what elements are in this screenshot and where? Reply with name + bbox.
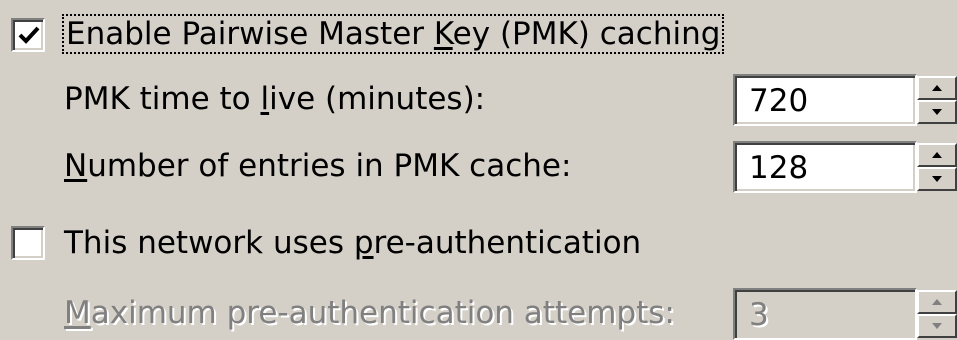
pmk-entries-label: Number of entries in PMK cache: — [64, 147, 571, 185]
pmk-caching-mnemonic: K — [433, 16, 453, 52]
pmk-ttl-label: PMK time to live (minutes): — [64, 80, 485, 118]
preauth-mnemonic: p — [353, 225, 374, 261]
preauth-attempts-label: Maximum pre-authentication attempts: — [64, 294, 675, 332]
preauth-attempts-spin-up-button — [917, 290, 957, 314]
pmk-caching-label[interactable]: Enable Pairwise Master Key (PMK) caching — [61, 14, 725, 54]
pmk-entries-spin-up-button[interactable] — [917, 143, 957, 167]
spin-down-arrow-icon — [932, 323, 942, 329]
spin-down-arrow-icon — [932, 176, 942, 182]
checkmark-icon — [18, 26, 40, 44]
spin-up-arrow-icon — [932, 299, 942, 305]
preauth-attempts-label-rest: aximum pre-authentication attempts: — [90, 295, 675, 331]
pmk-ttl-input[interactable]: 720 — [733, 74, 917, 126]
spin-down-arrow-icon — [932, 109, 942, 115]
spin-up-arrow-icon — [932, 85, 942, 91]
preauth-attempts-spin-down-button — [917, 314, 957, 338]
preauth-label-rest: re-authentication — [373, 225, 642, 261]
pmk-entries-mnemonic: N — [64, 148, 88, 184]
focus-ring: Enable Pairwise Master Key (PMK) caching — [61, 14, 725, 54]
preauth-attempts-value: 3 — [749, 297, 769, 333]
preauth-attempts-mnemonic: M — [64, 295, 91, 331]
pmk-ttl-spinner[interactable] — [917, 76, 957, 124]
spin-up-arrow-icon — [932, 152, 942, 158]
pmk-entries-value: 128 — [749, 150, 809, 186]
pmk-ttl-label-text: PMK time to — [64, 81, 261, 117]
pmk-ttl-spin-up-button[interactable] — [917, 76, 957, 100]
pmk-caching-checkbox[interactable] — [11, 18, 45, 52]
preauth-label-text: This network uses — [64, 225, 354, 261]
pmk-caching-label-rest: ey (PMK) caching — [452, 16, 721, 52]
pmk-entries-spinner[interactable] — [917, 143, 957, 191]
pmk-ttl-value: 720 — [749, 83, 809, 119]
preauth-checkbox[interactable] — [11, 226, 45, 260]
pmk-caching-label-text: Enable Pairwise Master — [66, 16, 434, 52]
pmk-ttl-spin-down-button[interactable] — [917, 100, 957, 124]
preauth-attempts-spinner — [917, 290, 957, 338]
pmk-ttl-mnemonic: l — [260, 81, 270, 117]
preauth-label[interactable]: This network uses pre-authentication — [64, 224, 641, 262]
pmk-entries-input[interactable]: 128 — [733, 141, 917, 193]
pmk-ttl-label-rest: ive (minutes): — [269, 81, 486, 117]
pmk-entries-label-rest: umber of entries in PMK cache: — [87, 148, 572, 184]
pmk-entries-spin-down-button[interactable] — [917, 167, 957, 191]
preauth-attempts-input: 3 — [733, 288, 917, 340]
